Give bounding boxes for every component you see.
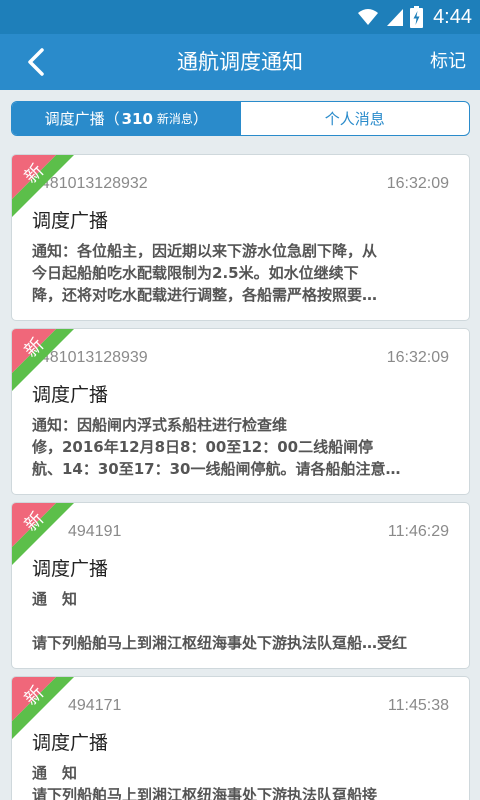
message-card[interactable]: 494171 11:45:38 调度广播 通 知 请下列船舶马上到湘江枢纽海事处…: [11, 676, 470, 800]
signal-icon: [387, 9, 404, 26]
message-card[interactable]: 1481013128932 16:32:09 调度广播 通知：各位船主，因近期以…: [11, 154, 470, 321]
back-button[interactable]: [14, 40, 58, 84]
segmented-tabs: 调度广播 （ 310 新消息 ） 个人消息: [11, 101, 470, 136]
wifi-icon: [358, 9, 379, 25]
mark-button[interactable]: 标记: [430, 34, 466, 90]
message-content: 通 知 请下列船舶马上到湘江枢纽海事处下游执法队趸船接: [32, 764, 378, 800]
message-time: 11:46:29: [387, 523, 449, 540]
app-bar: 通航调度通知 标记: [0, 34, 480, 90]
message-time: 11:45:38: [387, 697, 449, 714]
new-message-label: 新消息: [156, 112, 193, 126]
new-badge-ribbon: 新: [12, 329, 74, 391]
new-badge-ribbon: 新: [12, 155, 74, 217]
tab-broadcast[interactable]: 调度广播 （ 310 新消息 ）: [12, 102, 241, 135]
new-message-count: 310: [121, 109, 153, 128]
status-bar: 4:44: [0, 0, 480, 34]
message-time: 16:32:09: [386, 175, 449, 192]
tab-broadcast-label: 调度广播: [44, 110, 105, 128]
battery-icon: [410, 6, 424, 28]
message-content: 通知：各位船主，因近期以来下游水位急剧下降，从 今日起船舶吃水配载限制为2.5米…: [32, 242, 378, 304]
new-badge-ribbon: 新: [12, 677, 74, 739]
new-badge-ribbon: 新: [12, 503, 74, 565]
tab-personal-label: 个人消息: [324, 110, 385, 128]
tab-personal[interactable]: 个人消息: [241, 102, 470, 135]
message-time: 16:32:09: [386, 349, 449, 366]
message-card[interactable]: 494191 11:46:29 调度广播 通 知 请下列船舶马上到湘江枢纽海事处…: [11, 502, 470, 669]
clock: 4:44: [433, 5, 472, 28]
message-content: 通知：因船闸内浮式系船柱进行检查维 修，2016年12月8日8：00至12：00…: [32, 416, 401, 478]
message-content: 通 知 请下列船舶马上到湘江枢纽海事处下游执法队趸船…受红: [32, 590, 408, 652]
message-card[interactable]: 1481013128939 16:32:09 调度广播 通知：因船闸内浮式系船柱…: [11, 328, 470, 495]
page-title: 通航调度通知: [177, 50, 303, 74]
chevron-left-icon: [28, 48, 44, 76]
